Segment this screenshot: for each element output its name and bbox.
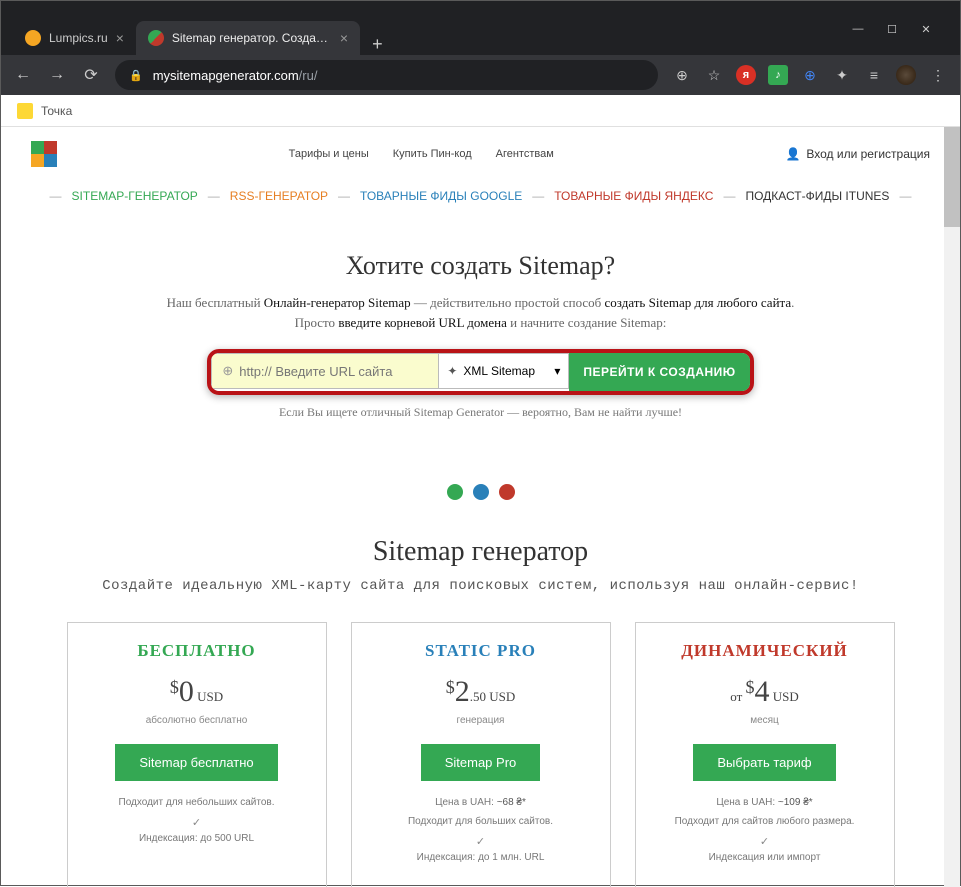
url-domain: mysitemapgenerator.com <box>153 68 299 83</box>
hero-footer: Если Вы ищете отличный Sitemap Generator… <box>21 405 940 420</box>
window-titlebar <box>1 1 960 15</box>
dot-3[interactable] <box>499 484 515 500</box>
subnav-sitemap[interactable]: SITEMAP-ГЕНЕРАТОР <box>72 189 198 203</box>
generator-subtitle: Создайте идеальную XML-карту сайта для п… <box>1 578 960 594</box>
minimize-button[interactable]: ― <box>851 22 865 36</box>
url-placeholder: http:// Введите URL сайта <box>239 364 392 379</box>
plan-index: Индексация или импорт <box>650 852 880 863</box>
site-logo[interactable] <box>31 141 57 167</box>
plan-note: генерация <box>366 715 596 726</box>
extension-icon[interactable]: ♪ <box>768 65 788 85</box>
plan-desc: Подходит для сайтов любого размера. <box>650 816 880 827</box>
subnav-google[interactable]: ТОВАРНЫЕ ФИДЫ GOOGLE <box>360 189 522 203</box>
carousel-dots <box>1 484 960 500</box>
user-icon: 👤 <box>785 147 800 161</box>
reload-button[interactable]: ⟳ <box>81 65 101 85</box>
nav-pricing[interactable]: Тарифы и цены <box>289 148 369 160</box>
plan-desc: Подходит для небольших сайтов. <box>82 797 312 808</box>
close-window-button[interactable]: ✕ <box>919 22 933 36</box>
subnav-itunes[interactable]: ПОДКАСТ-ФИДЫ ITUNES <box>745 189 889 203</box>
hero-section: Хотите создать Sitemap? Наш бесплатный О… <box>1 211 960 440</box>
plan-name: ДИНАМИЧЕСКИЙ <box>650 641 880 661</box>
globe-icon: ⊕ <box>222 363 233 379</box>
url-input[interactable]: 🔒 mysitemapgenerator.com/ru/ <box>115 60 658 90</box>
star-icon[interactable]: ☆ <box>704 65 724 85</box>
extension-icon[interactable]: ⊕ <box>800 65 820 85</box>
pricing-plans: БЕСПЛАТНО $0 USD абсолютно бесплатно Sit… <box>1 622 960 887</box>
nav-agencies[interactable]: Агентствам <box>496 148 554 160</box>
search-icon[interactable]: ⊕ <box>672 65 692 85</box>
plan-free: БЕСПЛАТНО $0 USD абсолютно бесплатно Sit… <box>67 622 327 887</box>
menu-icon[interactable]: ⋮ <box>928 65 948 85</box>
login-label: Вход или регистрация <box>806 147 930 161</box>
tab-lumpics[interactable]: Lumpics.ru × <box>13 21 136 55</box>
generator-title: Sitemap генератор <box>1 536 960 568</box>
favicon-icon <box>148 30 164 46</box>
plan-name: БЕСПЛАТНО <box>82 641 312 661</box>
tab-title: Sitemap генератор. Создайте XI <box>172 31 332 45</box>
hero-title: Хотите создать Sitemap? <box>21 251 940 281</box>
subnav-yandex[interactable]: ТОВАРНЫЕ ФИДЫ ЯНДЕКС <box>554 189 713 203</box>
login-link[interactable]: 👤 Вход или регистрация <box>785 147 930 161</box>
dot-2[interactable] <box>473 484 489 500</box>
plan-price: $2.50 USD <box>366 675 596 709</box>
main-nav: Тарифы и цены Купить Пин-код Агентствам <box>289 148 554 160</box>
plan-index: Индексация: до 500 URL <box>82 833 312 844</box>
url-path: /ru/ <box>299 68 318 83</box>
tab-title: Lumpics.ru <box>49 31 108 45</box>
plan-note: месяц <box>650 715 880 726</box>
subnav-rss[interactable]: RSS-ГЕНЕРАТОР <box>230 189 328 203</box>
lock-icon: 🔒 <box>129 69 143 82</box>
sub-nav: — SITEMAP-ГЕНЕРАТОР — RSS-ГЕНЕРАТОР — ТО… <box>1 181 960 211</box>
plan-price: от $4 USD <box>650 675 880 709</box>
check-icon: ✓ <box>650 835 880 848</box>
reading-list-icon[interactable]: ≡ <box>864 65 884 85</box>
site-header: Тарифы и цены Купить Пин-код Агентствам … <box>1 127 960 181</box>
check-icon: ✓ <box>82 816 312 829</box>
plan-desc: Подходит для больших сайтов. <box>366 816 596 827</box>
plan-price: $0 USD <box>82 675 312 709</box>
back-button[interactable]: ← <box>13 66 33 84</box>
plan-index: Индексация: до 1 млн. URL <box>366 852 596 863</box>
plan-static: STATIC PRO $2.50 USD генерация Sitemap P… <box>351 622 611 887</box>
new-tab-button[interactable]: + <box>360 34 395 55</box>
plan-uah: Цена в UAH: ~109 ₴* <box>650 797 880 808</box>
close-tab-icon[interactable]: × <box>340 30 348 46</box>
select-label: XML Sitemap <box>463 364 535 378</box>
plan-uah: Цена в UAH: ~68 ₴* <box>366 797 596 808</box>
bookmark-item[interactable]: Точка <box>41 104 72 118</box>
sitemap-type-select[interactable]: ✦ XML Sitemap ▾ <box>439 353 569 389</box>
puzzle-icon: ✦ <box>447 364 457 378</box>
check-icon: ✓ <box>366 835 596 848</box>
plan-dynamic-button[interactable]: Выбрать тариф <box>693 744 835 781</box>
profile-avatar[interactable] <box>896 65 916 85</box>
tab-sitemap[interactable]: Sitemap генератор. Создайте XI × <box>136 21 360 55</box>
extensions-icon[interactable]: ✦ <box>832 65 852 85</box>
maximize-button[interactable]: ☐ <box>885 22 899 36</box>
plan-dynamic: ДИНАМИЧЕСКИЙ от $4 USD месяц Выбрать тар… <box>635 622 895 887</box>
hero-subtitle-1: Наш бесплатный Онлайн-генератор Sitemap … <box>21 295 940 311</box>
hero-subtitle-2: Просто введите корневой URL домена и нач… <box>21 315 940 331</box>
url-input-group: ⊕ http:// Введите URL сайта ✦ XML Sitema… <box>207 349 753 395</box>
plan-static-button[interactable]: Sitemap Pro <box>421 744 541 781</box>
plan-free-button[interactable]: Sitemap бесплатно <box>115 744 277 781</box>
address-bar: ← → ⟳ 🔒 mysitemapgenerator.com/ru/ ⊕ ☆ я… <box>1 55 960 95</box>
extension-icon[interactable]: я <box>736 65 756 85</box>
bookmark-folder-icon <box>17 103 33 119</box>
nav-pin[interactable]: Купить Пин-код <box>393 148 472 160</box>
dot-1[interactable] <box>447 484 463 500</box>
site-url-input[interactable]: ⊕ http:// Введите URL сайта <box>211 353 439 389</box>
chevron-down-icon: ▾ <box>554 364 560 378</box>
plan-name: STATIC PRO <box>366 641 596 661</box>
favicon-icon <box>25 30 41 46</box>
plan-note: абсолютно бесплатно <box>82 715 312 726</box>
close-tab-icon[interactable]: × <box>116 30 124 46</box>
bookmarks-bar: Точка <box>1 95 960 127</box>
go-button[interactable]: ПЕРЕЙТИ К СОЗДАНИЮ <box>569 353 749 391</box>
forward-button[interactable]: → <box>47 66 67 84</box>
tab-bar: Lumpics.ru × Sitemap генератор. Создайте… <box>1 15 960 55</box>
